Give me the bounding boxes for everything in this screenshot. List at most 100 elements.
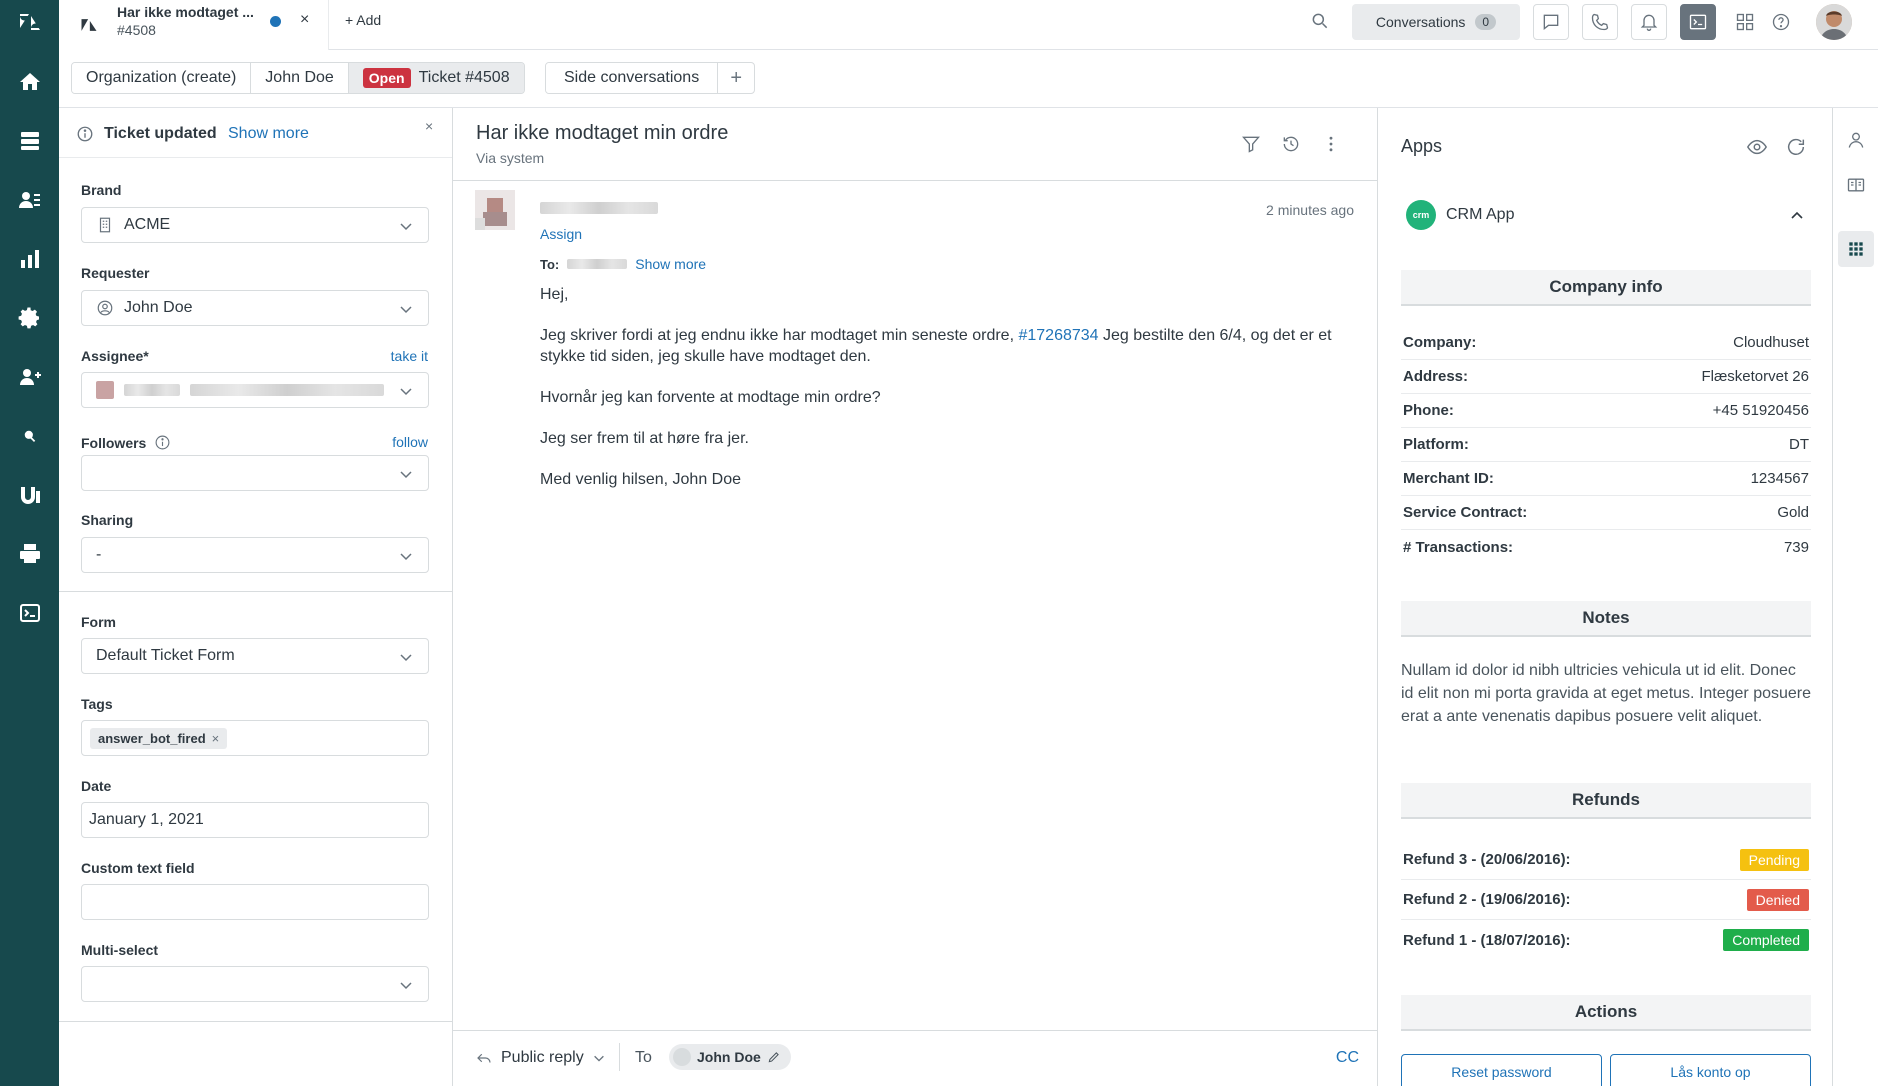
conversations-button[interactable]: Conversations 0 [1352,4,1520,40]
custom-text-input[interactable] [81,884,429,920]
building-icon [99,217,111,233]
order-link[interactable]: #17268734 [1018,327,1098,344]
service-contract-row: Service Contract: Gold [1401,496,1811,530]
reply-type-select[interactable]: Public reply [475,1049,606,1067]
refund-status-badge: Denied [1746,888,1809,911]
crm-app-name: CRM App [1446,206,1515,223]
notice-close-button[interactable]: × [425,118,433,134]
search-icon[interactable] [1310,11,1330,31]
recipient-chip[interactable]: John Doe [669,1044,791,1070]
followers-label-row: Followers [81,434,171,451]
recipients-show-more-link[interactable]: Show more [635,256,706,272]
recipient-avatar [673,1048,691,1066]
ticket-tab-number: #4508 [117,22,156,38]
merchant-id-row: Merchant ID: 1234567 [1401,462,1811,496]
info-icon[interactable] [154,434,171,451]
breadcrumb-ticket[interactable]: Open Ticket #4508 [348,63,524,93]
book-icon [1847,178,1865,192]
printer-icon[interactable] [0,534,59,574]
assignee-avatar [96,381,114,399]
notifications-button[interactable] [1631,4,1667,40]
brand-select[interactable]: ACME [81,207,429,243]
help-button[interactable] [1769,10,1793,34]
ticket-tab[interactable]: Har ikke modtaget ... #4508 × [59,0,329,50]
talk-button[interactable] [1582,4,1618,40]
zendesk-logo-icon[interactable] [0,2,59,42]
chat-button[interactable] [1533,4,1569,40]
recipient-redacted [567,259,628,269]
platform-row: Platform: DT [1401,428,1811,462]
grid-icon [1736,13,1754,31]
apps-button[interactable] [1838,231,1874,267]
add-tab-button[interactable]: + Add [345,12,381,28]
reporting-icon[interactable] [0,239,59,279]
admin-gear-icon[interactable] [0,298,59,338]
customer-context-button[interactable] [1838,122,1874,158]
knowledge-button[interactable] [1838,167,1874,203]
history-icon[interactable] [1281,134,1301,154]
multi-select-label: Multi-select [81,942,159,958]
conversation-header: Har ikke modtaget min ordre Via system [453,108,1377,181]
followers-select[interactable] [81,455,429,491]
add-user-icon[interactable] [0,357,59,397]
user-avatar[interactable] [1816,4,1852,40]
form-select[interactable]: Default Ticket Form [81,638,429,674]
tag-chip: answer_bot_fired × [90,727,228,749]
take-it-link[interactable]: take it [391,348,428,364]
info-icon [77,126,93,142]
ticket-subject: Har ikke modtaget min ordre [476,122,729,144]
chevron-down-icon [400,223,412,231]
app-integration-icon[interactable] [0,475,59,515]
assignee-select[interactable] [81,372,429,408]
breadcrumb: Organization (create) John Doe Open Tick… [71,62,525,94]
sharing-select[interactable]: - [81,537,429,573]
add-side-conversation-button[interactable]: + [718,63,754,93]
refresh-icon[interactable] [1785,136,1807,158]
phone-row: Phone: +45 51920456 [1401,394,1811,428]
divider [59,591,452,592]
tag-remove-button[interactable]: × [212,731,220,746]
home-icon[interactable] [0,62,59,102]
terminal-icon [1689,14,1707,30]
sender-name-redacted [540,202,658,214]
assign-link[interactable]: Assign [540,226,582,242]
pencil-icon[interactable] [767,1050,781,1064]
unlock-account-button[interactable]: Lås konto op [1610,1054,1811,1086]
sender-avatar [475,190,515,230]
conversations-label: Conversations [1375,14,1466,30]
side-conversations-button[interactable]: Side conversations [546,63,719,93]
transactions-row: # Transactions: 739 [1403,538,1809,556]
company-row: Company: Cloudhuset [1401,326,1811,360]
terminal-icon[interactable] [0,593,59,633]
user-circle-icon [97,300,113,316]
cc-button[interactable]: CC [1336,1049,1359,1067]
chevron-down-icon [400,471,412,479]
assignee-group-redacted [190,384,384,396]
chevron-down-icon [400,553,412,561]
message-paragraph: Jeg skriver fordi at jeg endnu ikke har … [540,327,1332,365]
tab-close-button[interactable]: × [300,11,309,29]
more-options-icon[interactable] [1321,134,1341,154]
breadcrumb-requester[interactable]: John Doe [251,63,349,93]
product-tray-button[interactable] [1733,10,1757,34]
notice-show-more-link[interactable]: Show more [228,125,309,143]
ticket-properties-panel: Ticket updated Show more × Brand ACME Re… [59,108,453,1086]
multi-select[interactable] [81,966,429,1002]
date-input[interactable]: January 1, 2021 [81,802,429,838]
breadcrumb-organization[interactable]: Organization (create) [72,63,252,93]
views-icon[interactable] [0,121,59,161]
tags-input[interactable]: answer_bot_fired × [81,720,429,756]
requester-select[interactable]: John Doe [81,290,429,326]
eye-icon[interactable] [1746,136,1768,158]
explore-search-icon[interactable] [0,416,59,456]
console-button[interactable] [1680,4,1716,40]
chevron-up-icon[interactable] [1789,208,1805,224]
reset-password-button[interactable]: Reset password [1401,1054,1602,1086]
customers-icon[interactable] [0,180,59,220]
follow-link[interactable]: follow [392,434,428,450]
refunds-header: Refunds [1401,783,1811,819]
top-bar: Har ikke modtaget ... #4508 × + Add Conv… [59,0,1878,50]
filter-icon[interactable] [1241,134,1261,154]
crm-app-logo: crm [1406,200,1436,230]
conversations-count-badge: 0 [1475,14,1497,30]
